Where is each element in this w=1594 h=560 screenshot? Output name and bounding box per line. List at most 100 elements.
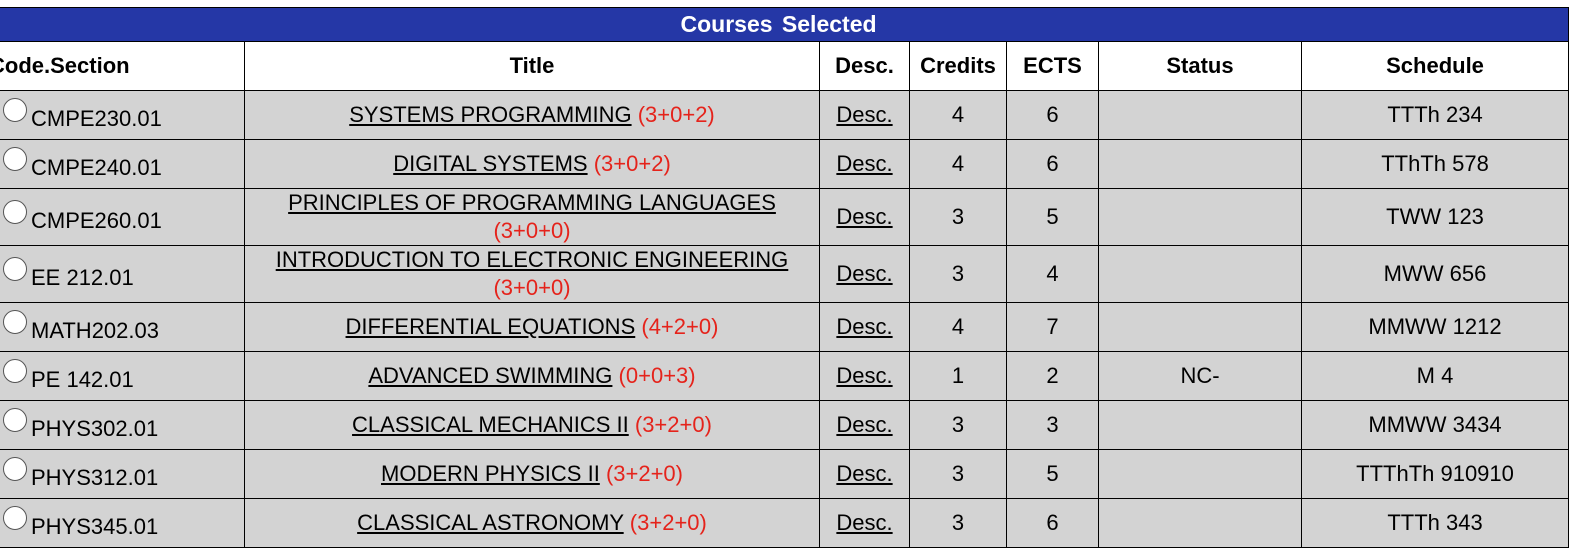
code-cell: CMPE240.01 [0,139,245,189]
title-cell: ADVANCED SWIMMING (0+0+3) [244,351,820,401]
schedule-cell: MMWW 3434 [1300,400,1570,450]
status-cell [1098,449,1302,499]
schedule-cell: MMWW 1212 [1300,302,1570,352]
desc-link[interactable]: Desc. [836,314,892,339]
course-hours: (0+0+3) [618,363,696,388]
title-cell: CLASSICAL MECHANICS II (3+2+0) [244,400,820,450]
status-cell [1098,498,1302,548]
row-select-radio[interactable] [3,408,27,432]
course-code: EE 212.01 [31,265,134,290]
schedule-cell: MWW 656 [1300,245,1570,303]
title-cell: CLASSICAL ASTRONOMY (3+2+0) [244,498,820,548]
schedule-cell: M 4 [1300,351,1570,401]
ects-cell: 5 [1006,188,1099,246]
desc-cell: Desc. [819,449,910,499]
row-select-radio[interactable] [3,506,27,530]
course-title-link[interactable]: SYSTEMS PROGRAMMING [349,102,631,127]
table-row: PHYS345.01 CLASSICAL ASTRONOMY (3+2+0) D… [0,498,1570,548]
desc-link[interactable]: Desc. [836,363,892,388]
course-code: CMPE260.01 [31,208,162,233]
table-row: CMPE230.01 SYSTEMS PROGRAMMING (3+0+2) D… [0,90,1570,140]
table-row: PHYS312.01 MODERN PHYSICS II (3+2+0) Des… [0,449,1570,499]
table-row: PHYS302.01 CLASSICAL MECHANICS II (3+2+0… [0,400,1570,450]
desc-link[interactable]: Desc. [836,412,892,437]
code-cell: PHYS312.01 [0,449,245,499]
desc-cell: Desc. [819,188,910,246]
code-cell: MATH202.03 [0,302,245,352]
schedule-cell: TTThTh 910910 [1300,449,1570,499]
course-code: CMPE240.01 [31,155,162,180]
ects-cell: 2 [1006,351,1099,401]
row-select-radio[interactable] [3,98,27,122]
table-row: CMPE240.01 DIGITAL SYSTEMS (3+0+2) Desc.… [0,139,1570,189]
course-code: MATH202.03 [31,318,159,343]
credits-cell: 3 [909,400,1007,450]
row-select-radio[interactable] [3,457,27,481]
ects-cell: 5 [1006,449,1099,499]
status-cell [1098,400,1302,450]
row-select-radio[interactable] [3,310,27,334]
course-code: PE 142.01 [31,367,134,392]
desc-link[interactable]: Desc. [836,461,892,486]
ects-cell: 3 [1006,400,1099,450]
code-cell: EE 212.01 [0,245,245,303]
code-cell: PHYS302.01 [0,400,245,450]
desc-link[interactable]: Desc. [836,102,892,127]
title-cell: SYSTEMS PROGRAMMING (3+0+2) [244,90,820,140]
desc-link[interactable]: Desc. [836,204,892,229]
row-select-radio[interactable] [3,359,27,383]
desc-cell: Desc. [819,400,910,450]
header-status: Status [1098,41,1302,91]
desc-link[interactable]: Desc. [836,261,892,286]
schedule-cell: TThTh 578 [1300,139,1570,189]
course-title-link[interactable]: INTRODUCTION TO ELECTRONIC ENGINEERING [276,247,789,272]
course-title-link[interactable]: MODERN PHYSICS II [381,461,600,486]
status-cell [1098,188,1302,246]
status-cell [1098,302,1302,352]
credits-cell: 4 [909,302,1007,352]
course-title-link[interactable]: ADVANCED SWIMMING [368,363,612,388]
table-row: EE 212.01 INTRODUCTION TO ELECTRONIC ENG… [0,245,1570,303]
row-select-radio[interactable] [3,147,27,171]
course-code: PHYS302.01 [31,416,159,441]
status-cell [1098,90,1302,140]
credits-cell: 1 [909,351,1007,401]
credits-cell: 3 [909,188,1007,246]
course-rows: CMPE230.01 SYSTEMS PROGRAMMING (3+0+2) D… [0,90,1570,548]
header-title: Title [244,41,820,91]
row-select-radio[interactable] [3,200,27,224]
header-row: Code.Section Title Desc. Credits ECTS St… [0,41,1570,91]
title-cell: DIFFERENTIAL EQUATIONS (4+2+0) [244,302,820,352]
status-cell [1098,245,1302,303]
title-cell: PRINCIPLES OF PROGRAMMING LANGUAGES (3+0+… [244,188,820,246]
course-hours: (3+0+0) [493,275,571,300]
credits-cell: 3 [909,449,1007,499]
course-title-link[interactable]: DIGITAL SYSTEMS [393,151,587,176]
courses-selected-panel: Courses Selected Code.Section Title Desc… [0,7,1570,548]
table-banner: Courses Selected [0,7,1570,42]
course-hours: (3+2+0) [605,461,683,486]
desc-cell: Desc. [819,302,910,352]
course-hours: (3+0+0) [493,218,571,243]
course-title-link[interactable]: DIFFERENTIAL EQUATIONS [346,314,636,339]
schedule-cell: TTTh 234 [1300,90,1570,140]
course-title-link[interactable]: CLASSICAL MECHANICS II [352,412,629,437]
schedule-cell: TWW 123 [1300,188,1570,246]
ects-cell: 6 [1006,498,1099,548]
desc-link[interactable]: Desc. [836,510,892,535]
desc-cell: Desc. [819,90,910,140]
course-code: PHYS312.01 [31,465,159,490]
status-cell: NC- [1098,351,1302,401]
ects-cell: 6 [1006,90,1099,140]
title-cell: MODERN PHYSICS II (3+2+0) [244,449,820,499]
header-credits: Credits [909,41,1007,91]
course-title-link[interactable]: CLASSICAL ASTRONOMY [357,510,624,535]
desc-cell: Desc. [819,245,910,303]
row-select-radio[interactable] [3,257,27,281]
course-title-link[interactable]: PRINCIPLES OF PROGRAMMING LANGUAGES [288,190,776,215]
desc-link[interactable]: Desc. [836,151,892,176]
code-cell: CMPE230.01 [0,90,245,140]
ects-cell: 4 [1006,245,1099,303]
desc-cell: Desc. [819,139,910,189]
credits-cell: 4 [909,90,1007,140]
